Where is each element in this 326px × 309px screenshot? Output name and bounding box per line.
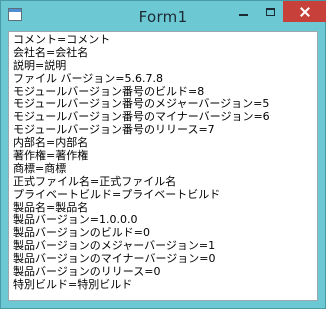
info-line-special-build: 特別ビルド=特別ビルド (13, 277, 133, 291)
info-line-file-version: ファイル バージョン=5.6.7.8 (13, 71, 163, 85)
version-info-textbox[interactable]: コメント=コメント 会社名=会社名 説明=説明 ファイル バージョン=5.6.7… (8, 31, 318, 301)
info-line-description: 説明=説明 (13, 58, 67, 72)
form1-window: Form1 コメント=コメント 会社名=会社名 説明=説明 ファイル バージョン… (0, 0, 326, 309)
title-bar[interactable]: Form1 (1, 1, 326, 31)
maximize-icon (265, 7, 275, 16)
info-line-product-private: 製品バージョンのリリース=0 (13, 265, 161, 279)
info-line-private-build: プライベートビルド=プライベートビルド (13, 187, 221, 201)
info-line-company: 会社名=会社名 (13, 45, 89, 59)
close-button[interactable] (283, 1, 326, 22)
info-line-copyright: 著作権=著作権 (13, 149, 89, 163)
info-line-trademark: 商標=商標 (13, 161, 67, 175)
maximize-button[interactable] (257, 1, 283, 22)
info-line-original-filename: 正式ファイル名=正式ファイル名 (13, 174, 177, 188)
minimize-button[interactable] (230, 1, 257, 22)
close-icon (300, 7, 310, 17)
minimize-icon (239, 13, 248, 16)
version-info-list: コメント=コメント 会社名=会社名 説明=説明 ファイル バージョン=5.6.7… (13, 33, 270, 292)
info-line-comment: コメント=コメント (13, 33, 111, 46)
